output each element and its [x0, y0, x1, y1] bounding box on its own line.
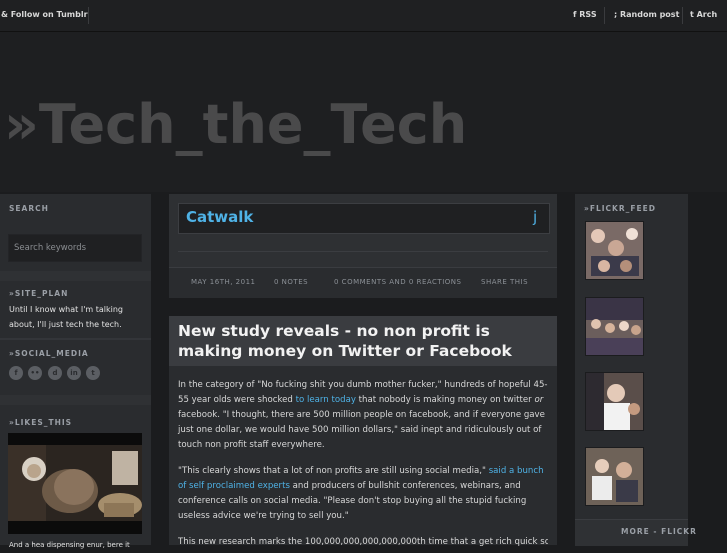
divider: [682, 7, 683, 24]
paragraph-text: that nobody is making money on twitter: [355, 395, 535, 405]
article-paragraph-2: "This clearly shows that a lot of non pr…: [178, 464, 548, 524]
learn-today-link[interactable]: to learn today: [296, 395, 356, 405]
post-type-icon: j: [533, 208, 538, 226]
flickr-photo-image: [586, 298, 643, 355]
video-image: [8, 433, 142, 534]
post-comments[interactable]: 0 COMMENTS AND 0 REACTIONS: [334, 278, 461, 286]
liked-video-thumbnail[interactable]: [8, 433, 142, 534]
flickr-photo[interactable]: [585, 221, 644, 280]
site-plan-heading: »SITE_PLAN: [9, 289, 69, 298]
post-notes[interactable]: 0 NOTES: [274, 278, 308, 286]
likes-heading: »LIKES_THIS: [9, 418, 73, 427]
linkedin-icon[interactable]: in: [67, 366, 81, 380]
site-plan-text: Until I know what I'm talking about, I'l…: [9, 305, 123, 329]
digg-icon[interactable]: d: [48, 366, 62, 380]
post-title[interactable]: Catwalk: [186, 208, 253, 226]
search-heading: SEARCH: [9, 204, 49, 213]
flickr-photo-image: [586, 373, 643, 430]
archive-link[interactable]: t Arch: [690, 10, 717, 19]
facebook-icon[interactable]: f: [9, 366, 23, 380]
article-paragraph-1: In the category of "No fucking shit you …: [178, 378, 548, 453]
divider: [0, 271, 151, 281]
flickr-heading: »FLICKR_FEED: [584, 204, 656, 213]
divider: [604, 7, 605, 24]
paragraph-text: facebook. "I thought, there are 500 mill…: [178, 410, 545, 450]
top-bar: & Follow on Tumblr f RSS ; Random post t…: [0, 0, 727, 32]
post-date[interactable]: MAY 16TH, 2011: [191, 278, 256, 286]
article-title[interactable]: New study reveals - no non profit is mak…: [178, 321, 550, 361]
follow-on-tumblr-link[interactable]: & Follow on Tumblr: [1, 10, 88, 19]
site-title[interactable]: »Tech_the_Tech: [4, 93, 467, 156]
likes-caption: And a hea dispensing enur, bere it: [9, 541, 130, 549]
divider: [88, 7, 89, 24]
flickr-photo[interactable]: [585, 297, 644, 356]
divider: [178, 251, 548, 252]
flickr-photo-image: [586, 448, 643, 505]
flickr-photo-image: [586, 222, 643, 279]
random-post-link[interactable]: ; Random post: [614, 10, 679, 19]
flickr-icon[interactable]: ••: [28, 366, 42, 380]
search-input[interactable]: [9, 236, 134, 260]
flickr-photo[interactable]: [585, 447, 644, 506]
social-media-heading: »SOCIAL_MEDIA: [9, 349, 89, 358]
search-box: [8, 234, 142, 262]
paragraph-text: "This clearly shows that a lot of non pr…: [178, 466, 489, 476]
more-flickr-link[interactable]: MORE - FLICKR: [621, 527, 697, 536]
flickr-photo[interactable]: [585, 372, 644, 431]
divider: [0, 338, 151, 340]
article-paragraph-3: This new research marks the 100,000,000,…: [178, 537, 548, 547]
paragraph-text: or: [534, 395, 544, 405]
rss-link[interactable]: f RSS: [573, 10, 597, 19]
share-button[interactable]: SHARE THIS: [481, 278, 528, 286]
divider: [0, 395, 151, 405]
tumblr-icon[interactable]: t: [86, 366, 100, 380]
